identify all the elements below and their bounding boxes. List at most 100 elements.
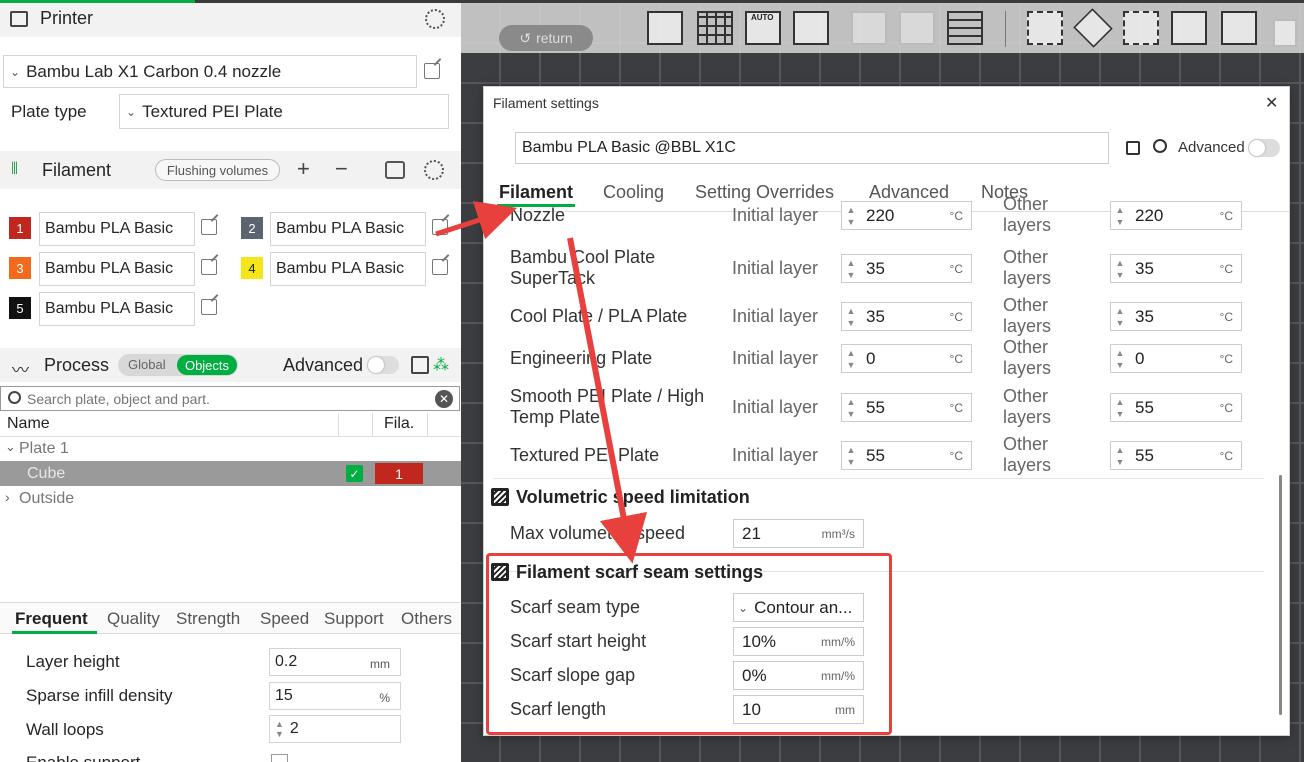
edit-icon[interactable] <box>432 219 448 235</box>
tab-advanced[interactable]: Advanced <box>869 182 949 203</box>
filament-slot-5-select[interactable]: Bambu PLA Basic <box>39 292 195 326</box>
enable-support-checkbox[interactable] <box>271 754 288 762</box>
other-layers-temp-input[interactable]: ▲ ▼ 55 °C <box>1110 441 1242 470</box>
objects-icon[interactable]: ⁂ <box>433 355 449 375</box>
fila-column-header[interactable]: Fila. <box>384 415 414 433</box>
global-objects-toggle[interactable]: Global Objects <box>118 354 238 376</box>
initial-layer-temp-input[interactable]: ▲ ▼ 55 °C <box>841 441 972 470</box>
filament-slot-1-select[interactable]: Bambu PLA Basic <box>39 212 195 246</box>
initial-layer-temp-input[interactable]: ▲ ▼ 35 °C <box>841 254 972 283</box>
sparse-infill-input[interactable]: 15% <box>269 682 401 710</box>
filament-slot-4-color[interactable]: 4 <box>241 257 263 279</box>
stepper-arrows-icon[interactable]: ▲ ▼ <box>842 345 860 372</box>
layer-height-input[interactable]: 0.2 mm <box>269 648 401 676</box>
slice-icon[interactable] <box>851 11 887 45</box>
scale-icon[interactable] <box>1123 11 1159 45</box>
return-button[interactable]: ↺ return <box>499 25 593 51</box>
global-option[interactable]: Global <box>128 357 166 372</box>
save-icon[interactable] <box>1126 141 1140 155</box>
other-layers-temp-input[interactable]: ▲ ▼ 35 °C <box>1110 254 1242 283</box>
scrollbar[interactable] <box>1279 475 1282 715</box>
move-icon[interactable] <box>1027 11 1063 45</box>
stepper-arrows-icon[interactable]: ▲ ▼ <box>1111 345 1129 372</box>
tree-row-cube[interactable]: Cube ✓ 1 <box>0 461 461 486</box>
other-layers-temp-input[interactable]: ▲ ▼ 220 °C <box>1110 201 1242 230</box>
edit-icon[interactable] <box>424 63 440 79</box>
gear-icon[interactable] <box>425 9 445 29</box>
printer-preset-select[interactable]: ⌄ Bambu Lab X1 Carbon 0.4 nozzle <box>3 55 417 88</box>
tab-strength[interactable]: Strength <box>176 609 240 629</box>
stepper-arrows-icon[interactable]: ▲ ▼ <box>1111 394 1129 421</box>
close-button[interactable]: ✕ <box>1265 93 1278 113</box>
cube-filament-badge[interactable]: 1 <box>375 463 423 484</box>
edit-icon[interactable] <box>201 219 217 235</box>
tab-frequent[interactable]: Frequent <box>15 609 88 629</box>
filament-slot-1-color[interactable]: 1 <box>9 217 31 239</box>
stepper-arrows-icon[interactable]: ▲ ▼ <box>842 303 860 330</box>
wall-loops-input[interactable]: ▲ ▼ 2 <box>269 715 401 743</box>
plate-type-select[interactable]: ⌄ Textured PEI Plate <box>119 94 449 129</box>
dialog-advanced-toggle[interactable] <box>1248 139 1280 157</box>
initial-layer-temp-input[interactable]: ▲ ▼ 220 °C <box>841 201 972 230</box>
stepper-arrows-icon[interactable]: ▲ ▼ <box>1111 202 1129 229</box>
cut-icon[interactable] <box>1221 11 1257 45</box>
add-filament-button[interactable]: + <box>297 156 310 182</box>
search-icon[interactable] <box>1153 139 1167 153</box>
remove-filament-button[interactable]: − <box>335 156 348 182</box>
other-layers-temp-input[interactable]: ▲ ▼ 35 °C <box>1110 302 1242 331</box>
stepper-arrows-icon[interactable]: ▲ ▼ <box>1111 303 1129 330</box>
stepper-arrows-icon[interactable]: ▲ ▼ <box>1111 442 1129 469</box>
stepper-arrows-icon[interactable]: ▲ ▼ <box>842 442 860 469</box>
max-volumetric-speed-input[interactable]: 21 mm³/s <box>733 519 864 548</box>
tab-others[interactable]: Others <box>401 609 452 629</box>
arrange-icon[interactable] <box>793 11 829 45</box>
filament-slot-3-color[interactable]: 3 <box>9 257 31 279</box>
edit-icon[interactable] <box>432 259 448 275</box>
layers-icon[interactable] <box>947 11 983 45</box>
filament-slot-2-color[interactable]: 2 <box>241 217 263 239</box>
auto-orient-icon[interactable]: AUTO <box>745 11 781 45</box>
flushing-volumes-button[interactable]: Flushing volumes <box>155 159 280 181</box>
search-input[interactable] <box>27 390 427 408</box>
tab-support[interactable]: Support <box>324 609 384 629</box>
clear-search-icon[interactable]: ✕ <box>435 390 453 408</box>
visible-checkbox[interactable]: ✓ <box>346 465 363 482</box>
filament-preset-select[interactable]: Bambu PLA Basic @BBL X1C <box>515 132 1109 164</box>
tree-row-outside[interactable]: › Outside <box>0 488 461 510</box>
tab-setting-overrides[interactable]: Setting Overrides <box>695 182 834 203</box>
filament-slot-2-select[interactable]: Bambu PLA Basic <box>270 212 426 246</box>
chevron-down-icon[interactable]: ⌄ <box>5 439 16 455</box>
initial-layer-temp-input[interactable]: ▲ ▼ 0 °C <box>841 344 972 373</box>
other-layers-temp-input[interactable]: ▲ ▼ 55 °C <box>1110 393 1242 422</box>
initial-layer-temp-input[interactable]: ▲ ▼ 35 °C <box>841 302 972 331</box>
tab-quality[interactable]: Quality <box>107 609 160 629</box>
filament-slot-4-select[interactable]: Bambu PLA Basic <box>270 252 426 286</box>
tab-filament[interactable]: Filament <box>499 182 573 203</box>
lay-on-face-icon[interactable] <box>1171 11 1207 45</box>
tab-cooling[interactable]: Cooling <box>603 182 664 203</box>
other-layers-temp-input[interactable]: ▲ ▼ 0 °C <box>1110 344 1242 373</box>
stepper-arrows-icon[interactable]: ▲ ▼ <box>842 202 860 229</box>
filament-slot-5-color[interactable]: 5 <box>9 297 31 319</box>
add-plate-icon[interactable] <box>697 11 733 45</box>
more-icon[interactable] <box>1273 19 1297 47</box>
stepper-arrows-icon[interactable]: ▲ ▼ <box>842 394 860 421</box>
advanced-toggle[interactable] <box>367 356 399 374</box>
filament-slot-3-select[interactable]: Bambu PLA Basic <box>39 252 195 286</box>
edit-icon[interactable] <box>201 259 217 275</box>
initial-layer-temp-input[interactable]: ▲ ▼ 55 °C <box>841 393 972 422</box>
stepper-arrows-icon[interactable]: ▲ ▼ <box>842 255 860 282</box>
tab-speed[interactable]: Speed <box>260 609 309 629</box>
name-column-header[interactable]: Name <box>7 415 50 433</box>
stepper-arrows-icon[interactable]: ▲ ▼ <box>275 719 284 739</box>
stepper-arrows-icon[interactable]: ▲ ▼ <box>1111 255 1129 282</box>
print-icon[interactable] <box>899 11 935 45</box>
search-bar[interactable]: ✕ <box>0 386 460 411</box>
edit-icon[interactable] <box>201 299 217 315</box>
gear-icon[interactable] <box>424 160 444 180</box>
tree-row-plate[interactable]: ⌄ Plate 1 <box>0 438 461 460</box>
chevron-right-icon[interactable]: › <box>5 489 10 505</box>
add-cube-icon[interactable] <box>647 11 683 45</box>
list-icon[interactable] <box>411 356 429 374</box>
sync-icon[interactable] <box>385 161 405 179</box>
